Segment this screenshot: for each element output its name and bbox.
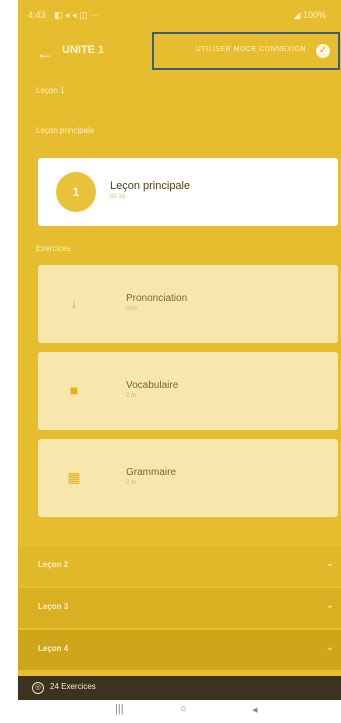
status-time: 4:43 <box>28 9 46 20</box>
principal-section-label: Leçon principale <box>36 126 95 135</box>
chevron-down-icon: ⌄ <box>325 558 334 569</box>
status-left: 4:43 ◧ ◂ ◂ ◫ ··· <box>28 10 105 21</box>
lesson-3-row[interactable]: Leçon 3 ⌄ <box>18 588 341 628</box>
chevron-down-icon: ⌄ <box>325 600 334 611</box>
exercise-count-icon: ◎ <box>32 682 44 694</box>
exercise-card-grammar[interactable]: ▦ Grammaire 2 m <box>38 439 338 517</box>
exercise-count-label: 24 Exercices <box>50 682 96 691</box>
connection-mode-label: UTILISER MODE CONNEXION <box>195 46 306 53</box>
lesson-4-row[interactable]: Leçon 4 ⌄ <box>18 630 341 670</box>
exercises-section-label: Exercices <box>36 244 71 253</box>
battery-status: ◢ 100% <box>293 9 326 20</box>
home-icon[interactable]: ○ <box>180 703 187 715</box>
android-navigation-bar: ||| ○ ◂ <box>0 700 341 723</box>
main-lesson-card[interactable]: 1 Leçon principale 02:15 <box>38 158 338 226</box>
exercise-title: Grammaire <box>126 467 177 478</box>
lesson-2-label: Leçon 2 <box>38 560 69 569</box>
exercise-card-pronunciation[interactable]: ↓ Prononciation 03m <box>38 265 338 343</box>
grammar-icon: ▦ <box>67 469 81 485</box>
back-arrow-icon[interactable]: ← <box>34 42 56 64</box>
lesson-number-badge: 1 <box>56 172 96 212</box>
exercise-count-footer[interactable]: ◎ 24 Exercices <box>18 676 341 700</box>
exercise-subtitle: 2 m <box>126 480 137 486</box>
main-lesson-subtitle: 02:15 <box>110 194 126 200</box>
status-icons: ◧ ◂ ◂ ◫ ··· <box>54 9 100 20</box>
exercise-title: Prononciation <box>126 293 188 304</box>
chevron-down-icon: ⌄ <box>325 642 334 653</box>
exercise-card-vocabulary[interactable]: ■ Vocabulaire 2 m <box>38 352 338 430</box>
exercise-subtitle: 03m <box>126 306 138 312</box>
top-bar: ← UNITE 1 UTILISER MODE CONNEXION ✓ <box>18 32 341 72</box>
connection-mode-button[interactable]: UTILISER MODE CONNEXION ✓ <box>152 32 340 70</box>
lesson-3-label: Leçon 3 <box>38 602 69 611</box>
pronunciation-icon: ↓ <box>70 295 78 311</box>
unit-title: UNITE 1 <box>62 44 105 56</box>
lesson-1-label[interactable]: Leçon 1 <box>36 86 64 95</box>
main-lesson-title: Leçon principale <box>110 180 191 192</box>
status-bar: 4:43 ◧ ◂ ◂ ◫ ··· ◢ 100% <box>18 0 341 30</box>
phone-screen: 4:43 ◧ ◂ ◂ ◫ ··· ◢ 100% ← UNITE 1 UTILIS… <box>18 0 341 700</box>
exercise-subtitle: 2 m <box>126 393 137 399</box>
recent-apps-icon[interactable]: ||| <box>115 703 124 715</box>
checkmark-icon: ✓ <box>316 44 330 58</box>
status-right: ◢ 100% <box>294 10 332 21</box>
lesson-2-row[interactable]: Leçon 2 ⌄ <box>18 546 341 586</box>
back-nav-icon[interactable]: ◂ <box>252 703 258 716</box>
exercise-title: Vocabulaire <box>126 380 179 391</box>
lesson-4-label: Leçon 4 <box>38 644 69 653</box>
vocabulary-icon: ■ <box>69 382 79 398</box>
